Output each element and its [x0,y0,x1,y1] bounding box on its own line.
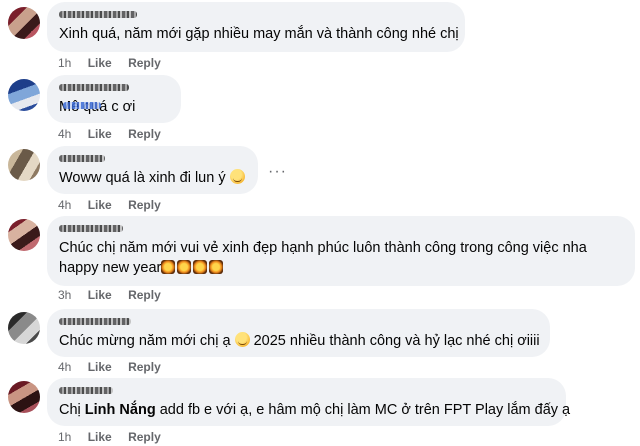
comment-author-name-blurred[interactable] [59,385,554,395]
like-button[interactable]: Like [88,198,112,212]
avatar[interactable] [8,79,40,111]
like-button[interactable]: Like [88,56,112,70]
comment-text: Xinh quá, năm mới gặp nhiều may mắn và t… [59,26,459,42]
comment-bubble: Chị Linh Nắng add fb e với ạ, e hâm mộ c… [47,378,571,426]
comment-bubble: Mê quá c ơi [47,75,181,123]
reply-button[interactable]: Reply [128,430,161,444]
firework-emoji-icon [209,260,224,274]
reply-button[interactable]: Reply [128,288,161,302]
firework-emoji-icon [161,260,176,274]
comment-text: Woww quá là xinh đi lun ý [59,168,246,188]
comment-text: Chị Linh Nắng add fb e với ạ, e hâm mộ c… [59,402,571,418]
reply-button[interactable]: Reply [128,198,161,212]
comment-timestamp[interactable]: 1h [58,56,71,70]
reply-button[interactable]: Reply [128,127,161,141]
comment-author-name-blurred[interactable] [59,9,453,19]
comment-timestamp[interactable]: 4h [58,360,71,374]
firework-emoji-icon [177,260,192,274]
comment-timestamp[interactable]: 3h [58,288,71,302]
comment-timestamp[interactable]: 4h [58,198,71,212]
avatar[interactable] [8,7,40,39]
hugging-face-emoji-icon [234,332,250,347]
comment-actions: 4h Like Reply [58,360,174,374]
like-button[interactable]: Like [88,288,112,302]
comment-actions: 4h Like Reply [58,198,174,212]
comment-text: happy new year [59,258,623,278]
comment-timestamp[interactable]: 1h [58,430,71,444]
comment-bubble: Chúc chị năm mới vui vẻ xinh đẹp hạnh ph… [47,216,635,286]
comment-thread: Xinh quá, năm mới gặp nhiều may mắn và t… [0,0,640,446]
more-options-icon[interactable]: ··· [268,163,287,181]
firework-emoji-icon [193,260,208,274]
reply-button[interactable]: Reply [128,56,161,70]
comment-bubble: Chúc mừng năm mới chị ạ 2025 nhiều thành… [47,309,550,357]
comment-actions: 1h Like Reply [58,56,174,70]
like-button[interactable]: Like [88,360,112,374]
avatar[interactable] [8,149,40,181]
reply-button[interactable]: Reply [128,360,161,374]
avatar[interactable] [8,312,40,344]
comment-text: Chúc chị năm mới vui vẻ xinh đẹp hạnh ph… [59,240,587,256]
comment-timestamp[interactable]: 4h [58,127,71,141]
comment-bubble: Xinh quá, năm mới gặp nhiều may mắn và t… [47,2,465,52]
like-button[interactable]: Like [88,127,112,141]
comment-author-name-blurred[interactable] [59,82,169,109]
like-button[interactable]: Like [88,430,112,444]
mention-link[interactable]: Linh Nắng [85,402,156,418]
comment-actions: 1h Like Reply [58,430,174,444]
comment-actions: 4h Like Reply [58,127,174,141]
comment-author-name-blurred[interactable] [59,153,246,163]
avatar[interactable] [8,219,40,251]
comment-text: Chúc mừng năm mới chị ạ 2025 nhiều thành… [59,332,540,349]
comment-author-name-blurred[interactable] [59,223,623,233]
comment-actions: 3h Like Reply [58,288,174,302]
comment-author-name-blurred[interactable] [59,316,538,326]
avatar[interactable] [8,381,40,413]
comment-bubble: Woww quá là xinh đi lun ý [47,146,258,194]
smiling-face-emoji-icon [229,169,245,184]
